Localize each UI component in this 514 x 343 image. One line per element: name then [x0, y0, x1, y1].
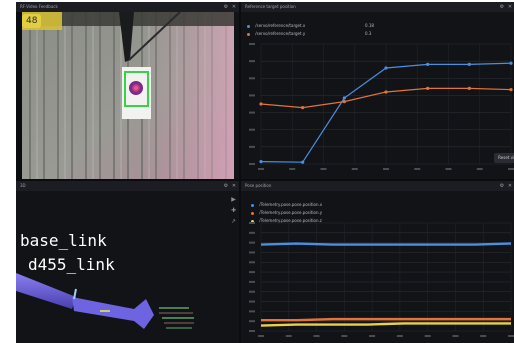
- x-tick-label: [320, 168, 327, 170]
- data-point: [467, 86, 471, 90]
- x-tick-label: [508, 168, 514, 170]
- x-tick-label: [476, 168, 483, 170]
- y-tick-label: [249, 145, 255, 148]
- pose-chart-panel: Pose position ⚙ ✕ /Telemetry.pose.pose.p…: [241, 181, 514, 343]
- y-tick-label: [249, 330, 255, 332]
- series-line: [260, 322, 511, 327]
- x-tick-label: [313, 335, 320, 337]
- y-tick-label: [249, 320, 255, 323]
- cursor-icon[interactable]: ▶: [230, 196, 237, 203]
- data-point: [384, 66, 388, 70]
- x-tick-label: [508, 335, 514, 337]
- y-tick-label: [249, 300, 255, 303]
- crosshair-icon[interactable]: ✚: [230, 207, 237, 214]
- series-line: [260, 242, 512, 246]
- series-line: [261, 317, 511, 322]
- tf-label-base-link: base_link: [20, 231, 107, 250]
- y-tick-label: [249, 43, 255, 45]
- data-point: [342, 96, 346, 100]
- x-tick-label: [341, 335, 348, 337]
- tf-label-d455-link: d455_link: [28, 255, 115, 274]
- x-tick-label: [480, 335, 487, 337]
- x-tick-label: [351, 168, 358, 170]
- y-tick-label: [249, 111, 255, 114]
- view-toolbar: ▶ ✚ ↗: [230, 196, 239, 229]
- y-tick-label: [249, 128, 255, 131]
- data-point: [259, 160, 263, 164]
- y-tick-label: [249, 290, 255, 293]
- y-tick-label: [249, 241, 255, 244]
- y-tick-label: [249, 231, 255, 234]
- pose-chart[interactable]: [241, 181, 514, 343]
- data-point: [259, 102, 263, 106]
- camera-panel-header: RF-Video Feedback ⚙ ✕: [16, 2, 239, 12]
- robot-link-shape: [16, 273, 76, 309]
- x-tick-label: [289, 168, 296, 170]
- reset-view-button[interactable]: Reset view: [494, 153, 514, 163]
- data-point: [467, 62, 471, 66]
- x-tick-label: [369, 335, 376, 337]
- close-icon[interactable]: ✕: [231, 4, 237, 10]
- arrow-icon[interactable]: ↗: [230, 218, 237, 225]
- camera-panel: RF-Video Feedback ⚙ ✕ 48: [16, 2, 239, 179]
- camera-image: [22, 12, 234, 179]
- x-tick-label: [424, 335, 431, 337]
- data-point: [301, 106, 305, 110]
- y-tick-label: [249, 222, 255, 224]
- y-tick-label: [249, 60, 255, 63]
- y-tick-label: [249, 251, 255, 254]
- data-point: [509, 61, 513, 65]
- y-tick-label: [249, 310, 255, 313]
- data-point: [509, 88, 513, 92]
- x-tick-label: [285, 335, 292, 337]
- data-point: [301, 160, 305, 164]
- x-tick-label: [396, 335, 403, 337]
- x-tick-label: [258, 168, 264, 170]
- y-tick-label: [249, 77, 255, 80]
- camera-overlay-badge: 48: [22, 14, 42, 28]
- y-tick-label: [249, 261, 255, 264]
- reference-chart-panel: Reference target position ⚙ ✕ /servo/ref…: [241, 2, 514, 179]
- x-tick-label: [445, 168, 452, 170]
- y-tick-label: [249, 94, 255, 97]
- data-point: [426, 86, 430, 90]
- y-tick-label: [249, 163, 255, 165]
- app-window: RF-Video Feedback ⚙ ✕ 48 Reference targe…: [16, 2, 514, 343]
- data-point: [426, 62, 430, 66]
- x-tick-label: [383, 168, 389, 170]
- data-point: [384, 90, 388, 94]
- robot-arrow-shape: [72, 297, 154, 329]
- x-tick-label: [452, 335, 459, 337]
- x-tick-label: [414, 168, 421, 170]
- x-tick-label: [258, 335, 264, 337]
- camera-panel-title: RF-Video Feedback: [20, 4, 58, 9]
- reference-chart[interactable]: [241, 2, 514, 179]
- axis-marker: [100, 310, 110, 312]
- point-cloud: [159, 307, 194, 329]
- settings-icon[interactable]: ⚙: [223, 4, 229, 10]
- tf-3d-panel: 3D ⚙ ✕ base_link d455_link ▶ ✚ ↗: [16, 181, 239, 343]
- y-tick-label: [249, 271, 255, 274]
- data-point: [342, 100, 346, 104]
- y-tick-label: [249, 280, 255, 283]
